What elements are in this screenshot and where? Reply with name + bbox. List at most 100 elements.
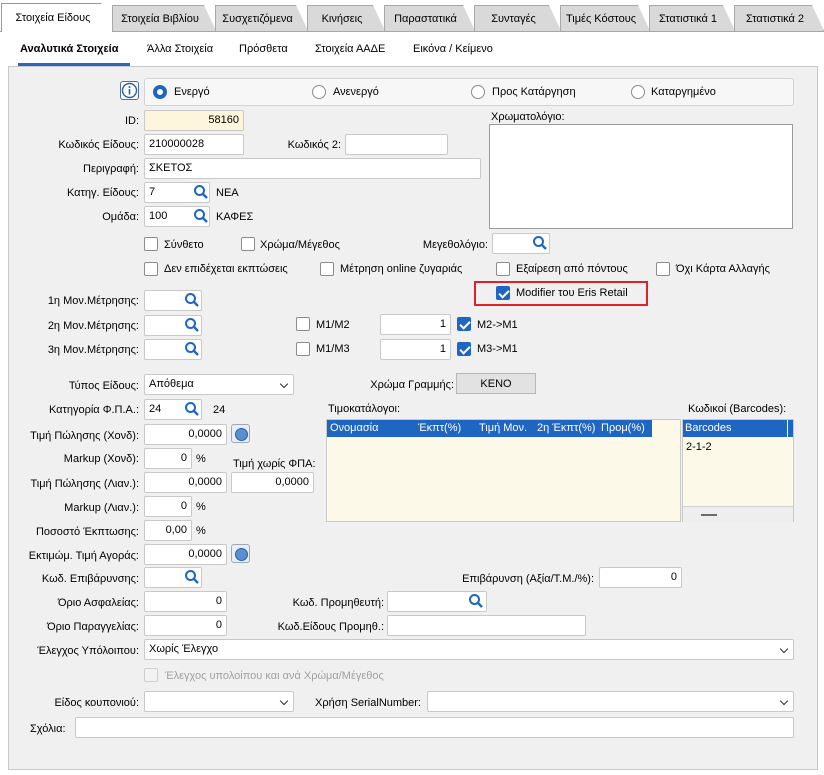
subtab-aade[interactable]: Στοιχεία ΑΑΔΕ (315, 43, 385, 55)
info-button[interactable] (120, 81, 139, 100)
coupon-type-dropdown[interactable] (144, 691, 294, 712)
description-field[interactable]: ΣΚΕΤΟΣ (144, 158, 481, 179)
discount-field[interactable]: 0,00 (144, 520, 192, 541)
tab-movements[interactable]: Κινήσεις (307, 5, 385, 31)
pricelists-col-unit-price[interactable]: Τιμή Μον. (479, 422, 527, 434)
online-scale-label: Μέτρηση online ζυγαριάς (340, 263, 463, 275)
m3m1-checkbox[interactable] (457, 342, 471, 356)
safety-limit-field[interactable]: 0 (144, 591, 227, 612)
synthetic-label: Σύνθετο (164, 239, 204, 251)
tab-recipes[interactable]: Συνταγές (474, 5, 561, 31)
m1m2-label: Μ1/Μ2 (316, 319, 350, 331)
barcodes-grid[interactable]: Barcodes 2-1-2 (682, 419, 794, 522)
m1m2-field[interactable]: 1 (380, 314, 451, 335)
description-label: Περιγραφή: (83, 163, 139, 175)
chevron-down-icon (779, 644, 789, 654)
retail-price-label: Τιμή Πώλησης (Λιαν.): (30, 478, 139, 490)
item-type-value: Απόθεμα (149, 378, 194, 390)
color-size-checkbox[interactable] (241, 237, 255, 251)
m2m1-label: Μ2->Μ1 (477, 319, 518, 331)
no-change-card-checkbox[interactable] (656, 262, 670, 276)
markup-wholesale-percent: % (196, 453, 206, 465)
sizechart-search-icon[interactable] (531, 234, 549, 252)
markup-retail-field[interactable]: 0 (144, 496, 192, 517)
comments-field[interactable] (75, 717, 794, 738)
markup-wholesale-label: Markup (Χονδ): (63, 453, 139, 465)
m1m2-checkbox[interactable] (296, 317, 310, 331)
pricelists-col-name[interactable]: Ονομασία (330, 422, 378, 434)
status-cancelled-radio[interactable] (631, 85, 645, 99)
balance-check-dropdown[interactable]: Χωρίς Έλεγχο (144, 639, 794, 660)
tab-statistics-1[interactable]: Στατιστικά 1 (649, 5, 735, 31)
unit3-search-icon[interactable] (183, 340, 201, 358)
color-size-label: Χρώμα/Μέγεθος (260, 239, 340, 251)
code2-field[interactable] (345, 134, 448, 155)
palette-label: Χρωματολόγιο: (491, 111, 565, 123)
m1m3-label: Μ1/Μ3 (316, 343, 350, 355)
chevron-down-icon (279, 379, 289, 389)
tab-book-details[interactable]: Στοιχεία Βιβλίου (112, 5, 216, 31)
unit2-search-icon[interactable] (183, 316, 201, 334)
item-type-dropdown[interactable]: Απόθεμα (144, 374, 294, 395)
order-limit-field[interactable]: 0 (144, 615, 227, 636)
no-discount-checkbox[interactable] (144, 262, 158, 276)
m2m1-checkbox[interactable] (457, 317, 471, 331)
markup-wholesale-field[interactable]: 0 (144, 448, 192, 469)
est-buy-price-field[interactable]: 0,0000 (144, 544, 227, 565)
supplier-item-code-field[interactable] (387, 615, 586, 636)
exclude-points-checkbox[interactable] (496, 262, 510, 276)
balance-check-value: Χωρίς Έλεγχο (149, 643, 219, 655)
pricelists-col-discount[interactable]: Έκπτ(%) (418, 422, 461, 434)
group-search-icon[interactable] (192, 207, 210, 225)
item-code-field[interactable]: 210000028 (144, 134, 244, 155)
m1m3-field[interactable]: 1 (380, 339, 451, 360)
no-change-card-label: Όχι Κάρτα Αλλαγής (676, 263, 770, 275)
wholesale-calc-button[interactable] (231, 424, 250, 443)
modifier-eris-label: Modifier του Eris Retail (516, 287, 628, 299)
vat-search-icon[interactable] (183, 400, 201, 418)
status-inactive-radio[interactable] (312, 85, 326, 99)
exclude-points-label: Εξαίρεση από πόντους (516, 263, 628, 275)
barcodes-col[interactable]: Barcodes (685, 422, 731, 434)
subtab-other-details[interactable]: Άλλα Στοιχεία (147, 43, 213, 55)
serial-number-dropdown[interactable] (427, 691, 794, 712)
online-scale-checkbox[interactable] (320, 262, 334, 276)
tab-related[interactable]: Συσχετιζόμενα (215, 5, 308, 31)
pricelists-grid[interactable]: Ονομασία Έκπτ(%) Τιμή Μον. 2η Έκπτ(%) Πρ… (326, 419, 681, 522)
barcodes-scrollbar[interactable] (683, 506, 793, 522)
pricelists-col-commission[interactable]: Προμ(%) (601, 422, 645, 434)
balance-by-color-checkbox[interactable] (144, 668, 158, 682)
id-field[interactable]: 58160 (144, 110, 244, 131)
tab-documents[interactable]: Παραστατικά (384, 5, 475, 31)
tab-cost-prices[interactable]: Τιμές Κόστους (560, 5, 650, 31)
subtab-analytical[interactable]: Αναλυτικά Στοιχεία (20, 43, 118, 55)
unit2-label: 2η Μον.Μέτρησης: (47, 320, 139, 332)
m1m3-checkbox[interactable] (296, 342, 310, 356)
est-buy-calc-button[interactable] (231, 544, 250, 563)
sizechart-label: Μεγεθολόγιο: (422, 239, 488, 251)
category-search-icon[interactable] (192, 183, 210, 201)
subtab-image-text[interactable]: Εικόνα / Κείμενο (413, 43, 493, 55)
no-vat-price-label: Τιμή χωρίς ΦΠΑ: (233, 458, 316, 470)
barcode-row[interactable]: 2-1-2 (686, 441, 712, 453)
unit1-search-icon[interactable] (183, 291, 201, 309)
wholesale-price-field[interactable]: 0,0000 (144, 424, 227, 445)
group-label: Ομάδα: (102, 211, 139, 223)
status-active-radio[interactable] (153, 85, 167, 99)
surcharge-field[interactable]: 0 (599, 567, 682, 588)
supplier-search-icon[interactable] (467, 592, 485, 610)
balance-check-label: Έλεγχος Υπόλοιπου: (37, 645, 139, 657)
no-vat-price-field[interactable]: 0,0000 (231, 472, 314, 493)
tab-statistics-2[interactable]: Στατιστικά 2 (734, 5, 824, 31)
retail-price-field[interactable]: 0,0000 (144, 472, 227, 493)
subtab-additional[interactable]: Πρόσθετα (239, 43, 288, 55)
pricelists-col-discount2[interactable]: 2η Έκπτ(%) (537, 422, 595, 434)
discount-percent: % (196, 525, 206, 537)
surcharge-search-icon[interactable] (183, 568, 201, 586)
status-to-cancel-radio[interactable] (471, 85, 485, 99)
modifier-eris-checkbox[interactable] (496, 286, 510, 300)
line-color-button[interactable]: ΚΕΝΟ (456, 373, 536, 394)
palette-list[interactable] (489, 124, 793, 229)
synthetic-checkbox[interactable] (144, 237, 158, 251)
tab-item-details[interactable]: Στοιχεία Είδους (1, 3, 113, 32)
